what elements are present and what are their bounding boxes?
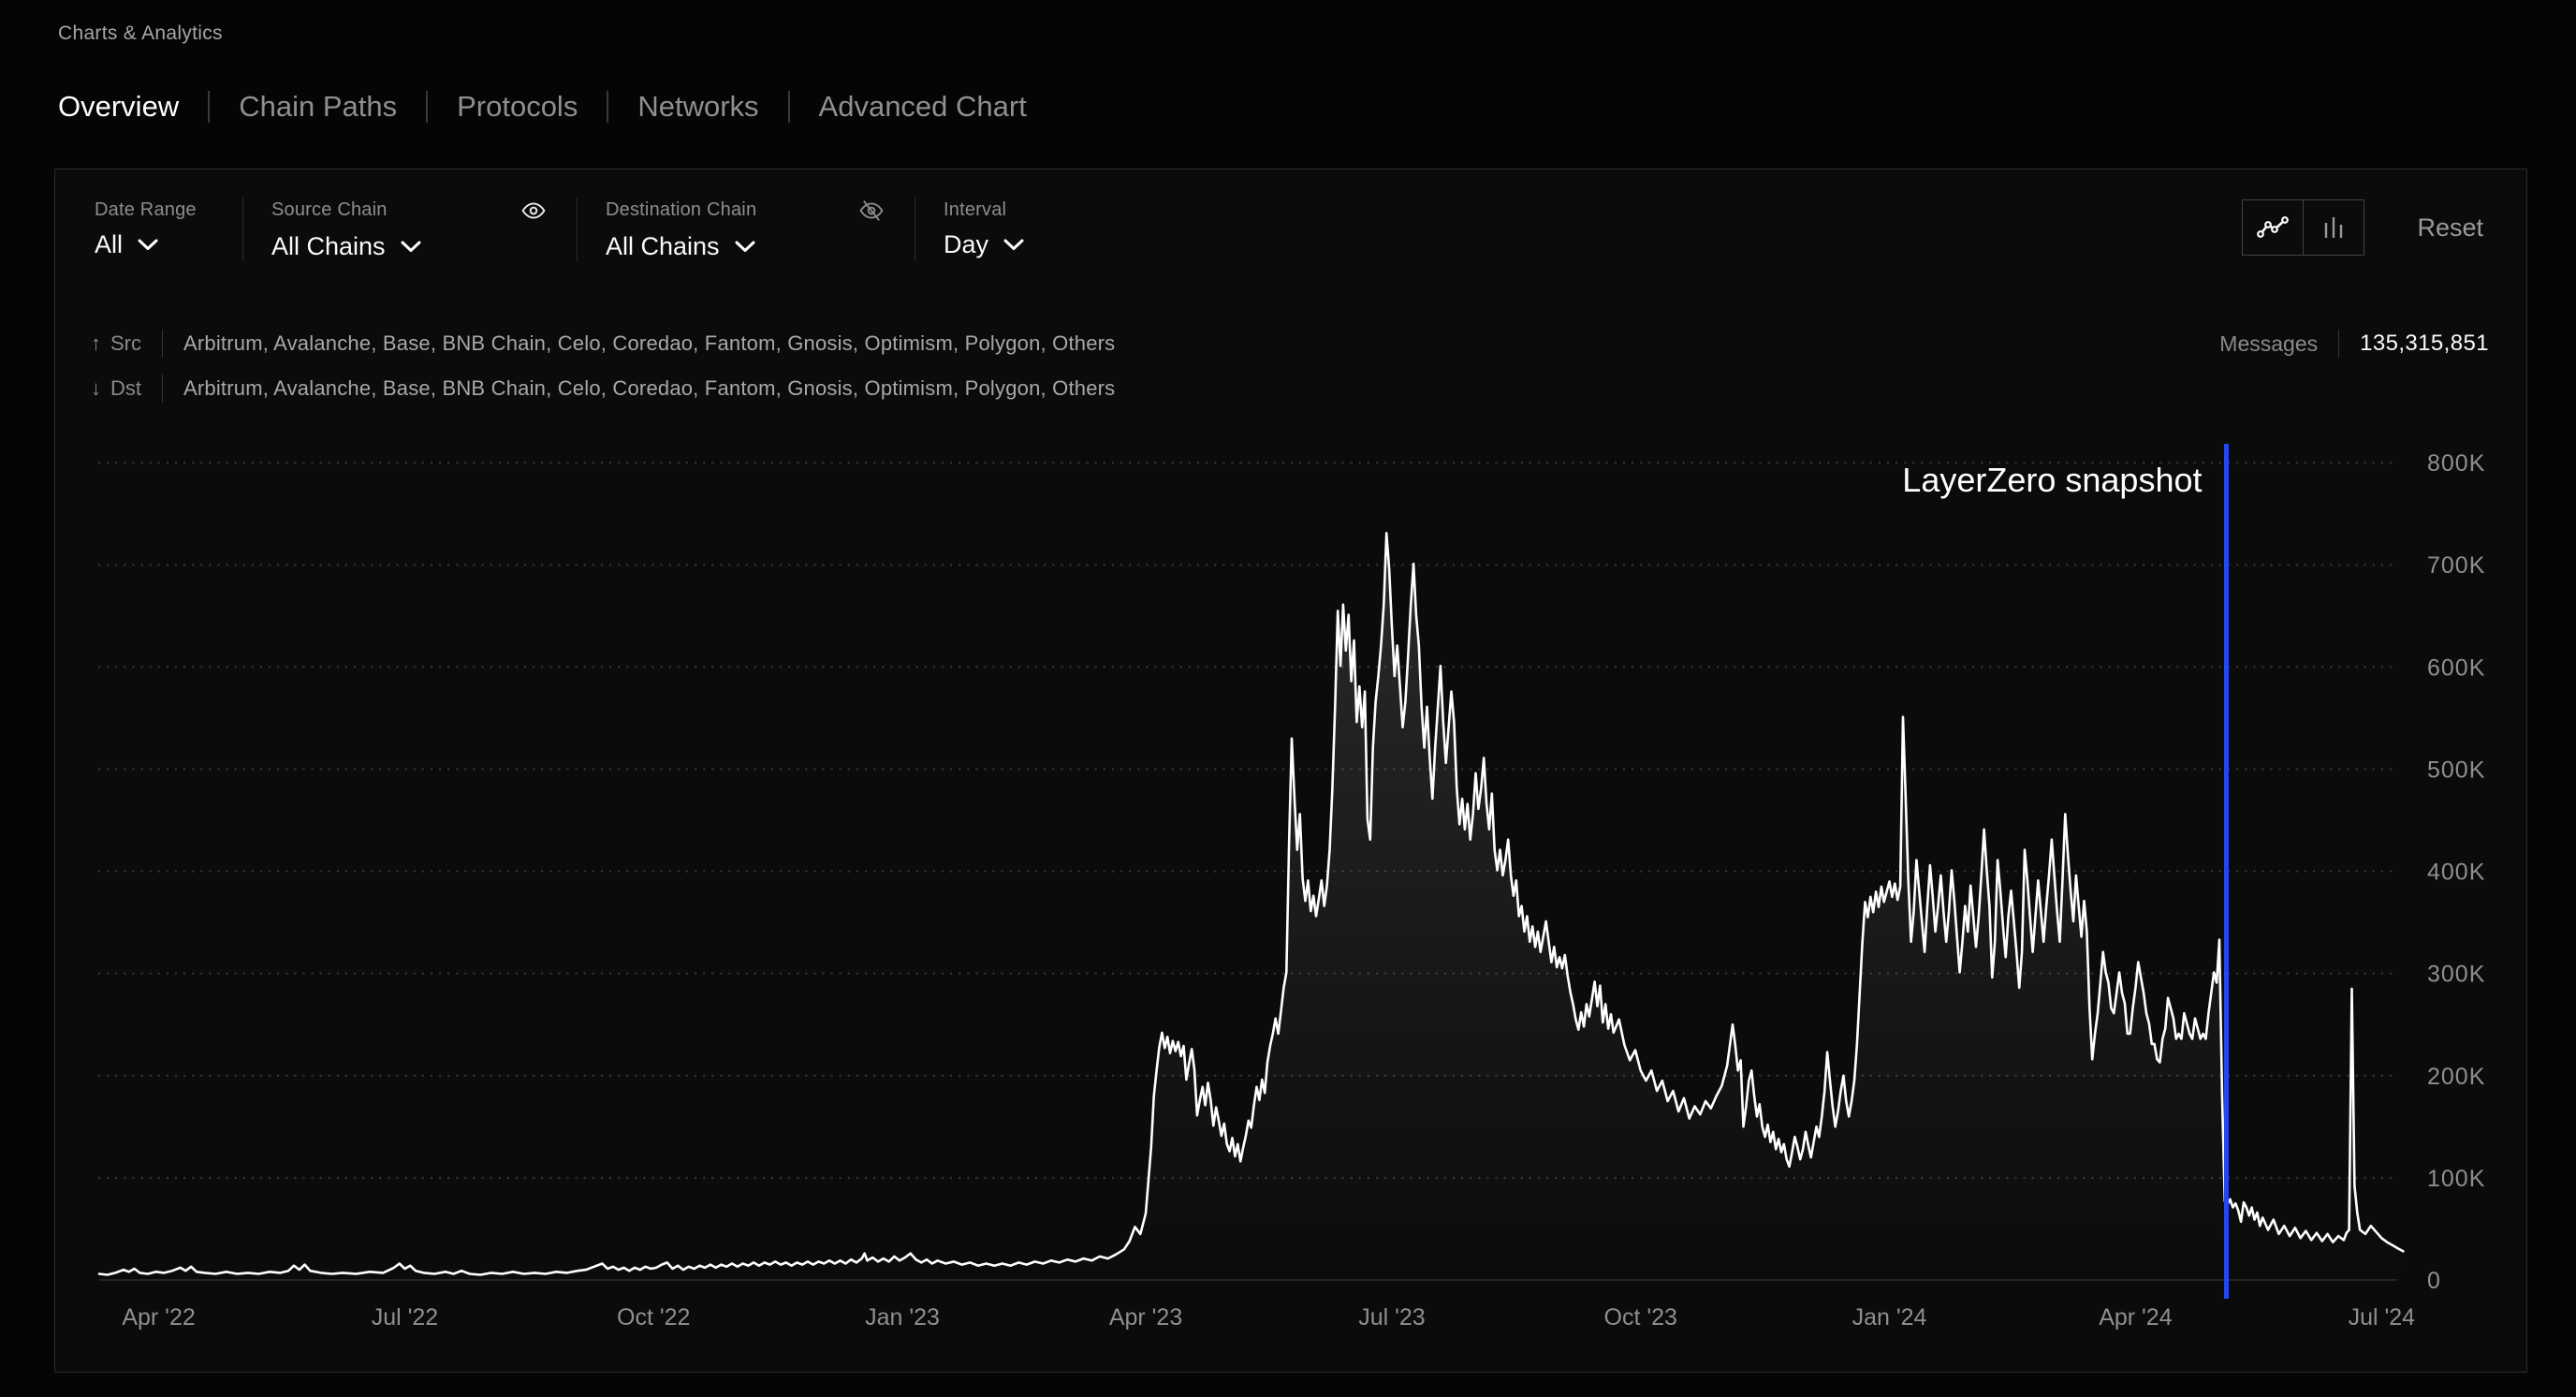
y-axis-tick-label: 800K bbox=[2427, 450, 2485, 477]
y-axis-tick-label: 600K bbox=[2427, 654, 2485, 681]
y-axis-tick-label: 700K bbox=[2427, 552, 2485, 579]
x-axis-tick-label: Oct '23 bbox=[1604, 1304, 1677, 1331]
y-axis-tick-label: 200K bbox=[2427, 1064, 2485, 1090]
tab-advanced-chart[interactable]: Advanced Chart bbox=[819, 90, 1027, 124]
x-axis-tick-label: Jul '23 bbox=[1358, 1304, 1425, 1331]
x-axis-tick-label: Oct '22 bbox=[617, 1304, 690, 1331]
tab-overview[interactable]: Overview bbox=[58, 90, 179, 124]
tab-divider bbox=[208, 91, 210, 123]
tab-networks[interactable]: Networks bbox=[637, 90, 758, 124]
x-axis-tick-label: Jul '22 bbox=[372, 1304, 438, 1331]
y-axis-tick-label: 400K bbox=[2427, 860, 2485, 886]
x-axis-tick-label: Jul '24 bbox=[2349, 1304, 2416, 1331]
tab-divider bbox=[426, 91, 428, 123]
y-axis-tick-label: 300K bbox=[2427, 962, 2485, 988]
tab-divider bbox=[788, 91, 790, 123]
x-axis-tick-label: Apr '23 bbox=[1109, 1304, 1182, 1331]
x-axis-tick-label: Jan '23 bbox=[865, 1304, 940, 1331]
tab-protocols[interactable]: Protocols bbox=[457, 90, 578, 124]
tab-divider bbox=[607, 91, 608, 123]
x-axis-tick-label: Jan '24 bbox=[1852, 1304, 1927, 1331]
y-axis-tick-label: 100K bbox=[2427, 1166, 2485, 1192]
tab-chain-paths[interactable]: Chain Paths bbox=[239, 90, 397, 124]
chart-annotation-label: LayerZero snapshot bbox=[1902, 461, 2202, 499]
x-axis-tick-label: Apr '22 bbox=[122, 1304, 195, 1331]
tab-bar: Overview Chain Paths Protocols Networks … bbox=[58, 82, 1027, 131]
y-axis-tick-label: 0 bbox=[2427, 1268, 2441, 1294]
analytics-card: Date Range All Source Chain All Chains D… bbox=[54, 169, 2527, 1373]
chart-svg[interactable]: 0 100K 200K 300K 400K 500K 600K 700K 800K Apr '22… bbox=[55, 169, 2526, 1372]
x-axis-tick-label: Apr '24 bbox=[2099, 1304, 2173, 1331]
breadcrumb: Charts & Analytics bbox=[58, 22, 223, 45]
y-axis-tick-label: 500K bbox=[2427, 757, 2485, 783]
